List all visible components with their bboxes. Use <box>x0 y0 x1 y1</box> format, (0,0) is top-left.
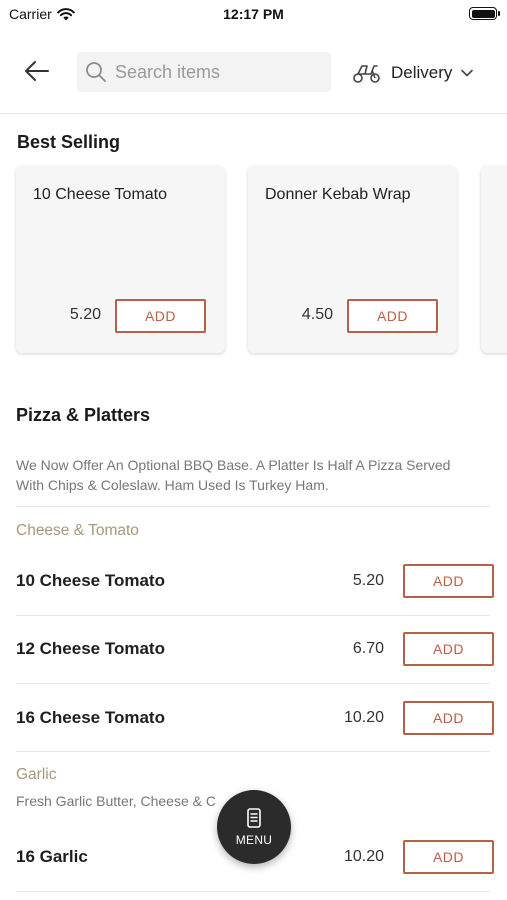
divider <box>16 751 490 752</box>
menu-item-row[interactable]: 16 Cheese Tomato 10.20 ADD <box>0 685 507 753</box>
search-input[interactable] <box>115 61 315 83</box>
item-price: 6.70 <box>352 640 384 657</box>
menu-content[interactable]: Best Selling 10 Cheese Tomato 5.20 ADD D… <box>0 115 507 900</box>
add-button[interactable]: ADD <box>347 299 438 333</box>
menu-button[interactable]: MENU <box>217 790 291 864</box>
best-selling-card[interactable]: 10 Cheese Tomato 5.20 ADD <box>16 166 225 353</box>
subcategory-title: Cheese & Tomato <box>16 522 139 539</box>
status-time: 12:17 PM <box>223 6 284 22</box>
add-button[interactable]: ADD <box>403 632 494 666</box>
menu-book-icon <box>247 807 261 828</box>
best-selling-card-partial[interactable] <box>481 166 507 353</box>
battery-icon <box>469 7 500 20</box>
search-icon <box>86 62 106 82</box>
back-arrow-icon <box>25 61 49 81</box>
add-button[interactable]: ADD <box>403 840 494 874</box>
card-item-price: 5.20 <box>69 306 101 323</box>
add-button[interactable]: ADD <box>115 299 206 333</box>
chevron-down-icon <box>461 69 474 77</box>
item-price: 5.20 <box>352 572 384 589</box>
category-title: Pizza & Platters <box>16 405 151 425</box>
item-name: 12 Cheese Tomato <box>16 639 165 658</box>
divider <box>16 506 490 507</box>
item-name: 16 Garlic <box>16 847 88 866</box>
add-button[interactable]: ADD <box>403 564 494 598</box>
top-bar: Delivery <box>0 30 507 114</box>
card-item-price: 4.50 <box>301 306 333 323</box>
item-name: 10 Cheese Tomato <box>16 571 165 590</box>
menu-item-row[interactable]: 12 Cheese Tomato 6.70 ADD <box>0 616 507 684</box>
menu-item-row[interactable]: 10 Cheese Tomato 5.20 ADD <box>0 548 507 616</box>
delivery-selector[interactable]: Delivery <box>352 58 474 88</box>
item-name: 16 Cheese Tomato <box>16 708 165 727</box>
divider <box>16 891 490 892</box>
card-item-name: 10 Cheese Tomato <box>33 186 168 203</box>
back-button[interactable] <box>20 54 54 88</box>
scooter-icon <box>353 65 380 83</box>
subcategory-title: Garlic <box>16 766 57 783</box>
item-price: 10.20 <box>343 709 384 726</box>
status-bar: Carrier 12:17 PM <box>0 0 507 30</box>
delivery-label: Delivery <box>391 63 453 82</box>
best-selling-title: Best Selling <box>17 132 121 152</box>
category-description: We Now Offer An Optional BBQ Base. A Pla… <box>16 457 451 493</box>
item-price: 10.20 <box>343 848 384 865</box>
best-selling-card[interactable]: Donner Kebab Wrap 4.50 ADD <box>248 166 457 353</box>
add-button[interactable]: ADD <box>403 701 494 735</box>
card-item-name: Donner Kebab Wrap <box>265 186 411 203</box>
menu-label: MENU <box>235 832 273 847</box>
search-bar[interactable] <box>77 52 331 92</box>
divider <box>16 683 490 684</box>
